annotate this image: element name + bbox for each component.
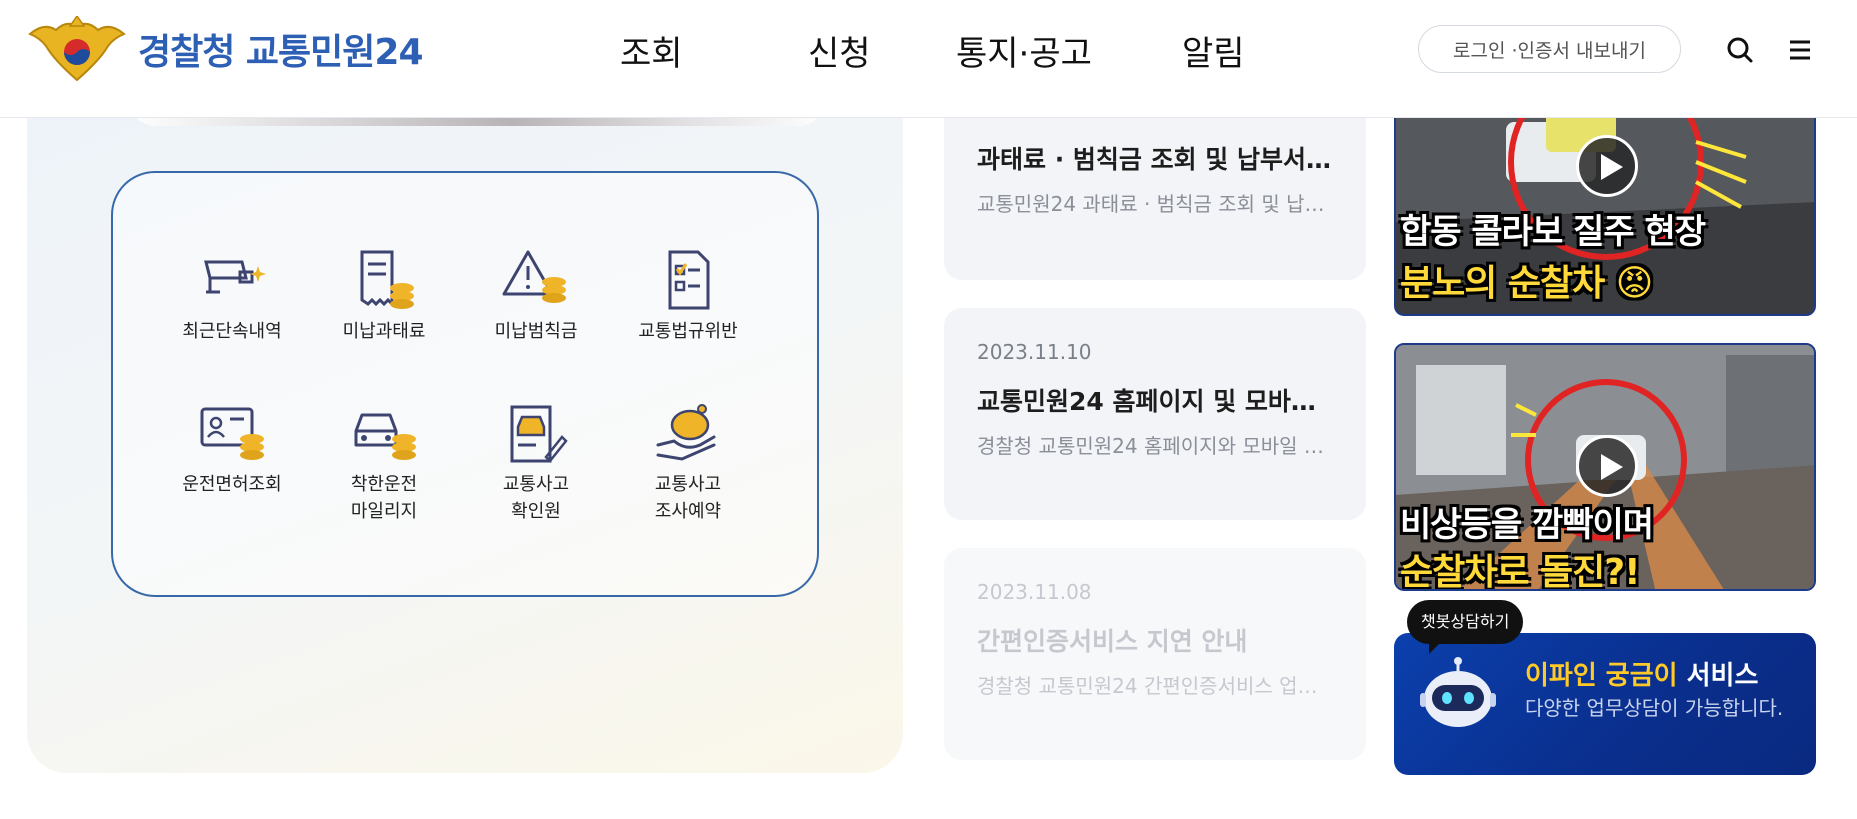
notice-card[interactable]: 2023.11.10 교통민원24 홈페이지 및 모바… 경찰청 교통민원24 … bbox=[944, 308, 1366, 520]
car-document-icon bbox=[510, 405, 568, 463]
play-icon[interactable] bbox=[1576, 435, 1638, 497]
play-icon[interactable] bbox=[1576, 135, 1638, 197]
receipt-coins-icon bbox=[360, 250, 414, 309]
chatbot-tooltip[interactable]: 챗봇상담하기 bbox=[1407, 600, 1524, 654]
notice-date: 2023.11.10 bbox=[977, 340, 1092, 364]
notice-card[interactable]: 과태료 · 범칙금 조회 및 납부서… 교통민원24 과태료 · 범칙금 조회 … bbox=[944, 100, 1366, 280]
notice-description: 교통민원24 과태료 · 범칙금 조회 및 납… bbox=[977, 192, 1325, 216]
chatbot-description: 다양한 업무상담이 가능합니다. bbox=[1525, 696, 1784, 720]
logo-text: 경찰청 교통민원24 bbox=[138, 32, 423, 73]
nav-alerts[interactable]: 알림 bbox=[1182, 26, 1245, 75]
warning-coins-icon bbox=[502, 250, 566, 303]
service-label: 교통법규위반 bbox=[638, 321, 738, 342]
menu-icon[interactable] bbox=[1780, 30, 1820, 70]
notice-description: 경찰청 교통민원24 홈페이지와 모바일 … bbox=[977, 434, 1324, 458]
quick-service-panel: 최근단속내역 미납과태료 미납범칙금 교통법규위반 운전면허조회 착한운전 마일… bbox=[27, 118, 903, 773]
nav-inquiry[interactable]: 조회 bbox=[620, 26, 683, 75]
video-caption-line1: 합동 콜라보 질주 현장 bbox=[1400, 212, 1706, 252]
service-traffic-violation[interactable]: 교통법규위반 bbox=[613, 248, 763, 345]
notice-card[interactable]: 2023.11.08 간편인증서비스 지연 안내 경찰청 교통민원24 간편인증… bbox=[944, 548, 1366, 760]
login-cert-export-button[interactable]: 로그인 ·인증서 내보내기 bbox=[1418, 25, 1681, 73]
service-accident-reservation[interactable]: 교통사고 조사예약 bbox=[613, 401, 763, 525]
chatbot-banner[interactable]: 이파인 궁금이 서비스 다양한 업무상담이 가능합니다. bbox=[1394, 633, 1816, 775]
service-label: 착한운전 마일리지 bbox=[350, 474, 418, 522]
service-label: 교통사고 조사예약 bbox=[654, 474, 722, 522]
video-caption-line2: 순찰차로 돌진?! bbox=[1400, 552, 1641, 591]
service-recent-enforcement[interactable]: 최근단속내역 bbox=[157, 248, 307, 345]
video-caption-line2: 분노의 순찰차 😡 bbox=[1400, 263, 1653, 304]
nav-application[interactable]: 신청 bbox=[808, 26, 871, 75]
service-label: 교통사고 확인원 bbox=[502, 474, 570, 522]
service-safe-driving-mileage[interactable]: 착한운전 마일리지 bbox=[309, 401, 459, 525]
car-coins-icon bbox=[354, 413, 416, 460]
service-label: 미납과태료 bbox=[342, 321, 426, 342]
search-icon[interactable] bbox=[1720, 30, 1760, 70]
video-thumbnail[interactable]: 비상등을 깜빡이며 순찰차로 돌진?! bbox=[1394, 343, 1816, 591]
quick-service-box: 최근단속내역 미납과태료 미납범칙금 교통법규위반 운전면허조회 착한운전 마일… bbox=[111, 171, 819, 597]
checklist-icon bbox=[668, 250, 710, 310]
service-label: 운전면허조회 bbox=[182, 474, 282, 495]
video-thumbnail[interactable]: 합동 콜라보 질주 현장 분노의 순찰차 😡 bbox=[1394, 100, 1816, 316]
service-license-inquiry[interactable]: 운전면허조회 bbox=[157, 401, 307, 498]
service-unpaid-fines[interactable]: 미납과태료 bbox=[309, 248, 459, 345]
banner-bottom-edge bbox=[127, 118, 827, 126]
service-label: 미납범칙금 bbox=[494, 321, 578, 342]
police-emblem-icon bbox=[28, 16, 126, 82]
site-logo[interactable]: 경찰청 교통민원24 bbox=[26, 16, 423, 82]
camera-icon bbox=[204, 260, 266, 294]
nav-notice-announcement[interactable]: 통지·공고 bbox=[956, 26, 1092, 75]
notice-date: 2023.11.08 bbox=[977, 580, 1092, 604]
notice-title: 교통민원24 홈페이지 및 모바… bbox=[977, 387, 1316, 416]
notice-title: 간편인증서비스 지연 안내 bbox=[977, 627, 1248, 656]
service-accident-certificate[interactable]: 교통사고 확인원 bbox=[461, 401, 611, 525]
piggy-hand-icon bbox=[656, 404, 716, 461]
id-card-coins-icon bbox=[200, 407, 264, 460]
robot-icon bbox=[1420, 657, 1496, 727]
video-caption-line1: 비상등을 깜빡이며 bbox=[1400, 505, 1654, 545]
site-header: 경찰청 교통민원24 조회 신청 통지·공고 알림 로그인 ·인증서 내보내기 bbox=[0, 0, 1857, 118]
service-unpaid-penalties[interactable]: 미납범칙금 bbox=[461, 248, 611, 345]
chatbot-title: 이파인 궁금이 서비스 bbox=[1525, 661, 1759, 691]
service-label: 최근단속내역 bbox=[182, 321, 282, 342]
notice-title: 과태료 · 범칙금 조회 및 납부서… bbox=[977, 145, 1332, 174]
notice-description: 경찰청 교통민원24 간편인증서비스 업… bbox=[977, 674, 1318, 698]
